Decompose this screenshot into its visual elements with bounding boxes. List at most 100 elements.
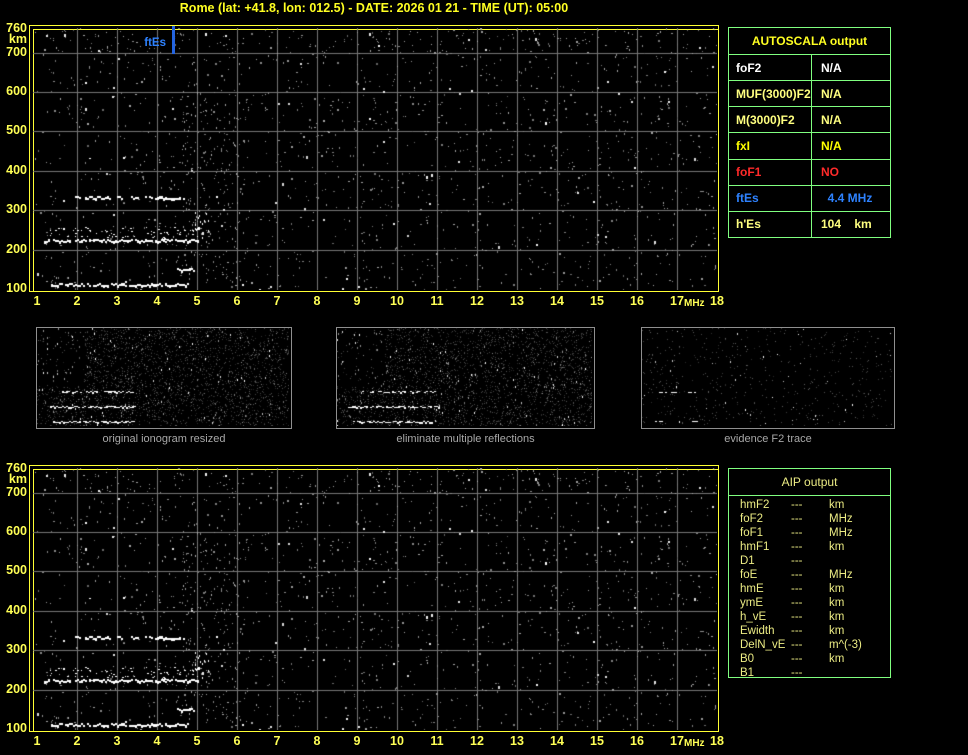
parameter-label: h_vE xyxy=(729,610,791,624)
aip-row-fof1: foF1---MHz xyxy=(729,526,890,540)
x-tick-label: 2 xyxy=(66,294,88,308)
parameter-unit xyxy=(829,554,890,568)
thumbnail-canvas xyxy=(642,328,892,426)
aip-row-hmf1: hmF1---km xyxy=(729,540,890,554)
parameter-label: hmF1 xyxy=(729,540,791,554)
x-tick-label: 16 xyxy=(626,734,648,748)
parameter-unit: km xyxy=(829,610,890,624)
x-tick-label: 5 xyxy=(186,294,208,308)
x-tick-label: 7 xyxy=(266,294,288,308)
x-tick-label: 8 xyxy=(306,294,328,308)
thumbnail-evidence-f2 xyxy=(641,327,895,429)
x-tick-label: 3 xyxy=(106,734,128,748)
thumbnail-canvas xyxy=(37,328,289,426)
aip-ionogram-chart: 760700600500400300200100km12345678910111… xyxy=(0,465,724,755)
parameter-label: hmF2 xyxy=(729,498,791,512)
parameter-value: 104 km xyxy=(812,212,890,237)
y-tick-label: 700 xyxy=(1,45,27,59)
parameter-value: --- xyxy=(791,624,829,638)
x-tick-label: 6 xyxy=(226,734,248,748)
parameter-value: --- xyxy=(791,554,829,568)
x-axis-unit: MHz xyxy=(684,298,710,309)
aip-row-b1: B1--- xyxy=(729,666,890,680)
y-tick-label: 700 xyxy=(1,485,27,499)
x-tick-label: 15 xyxy=(586,294,608,308)
scaled-ionogram-chart: 760700600500400300200100km12345678910111… xyxy=(0,25,724,317)
autoscala-row-m-3000-f2: M(3000)F2N/A xyxy=(729,106,890,132)
parameter-value: --- xyxy=(791,582,829,596)
y-tick-label: 300 xyxy=(1,202,27,216)
parameter-value: --- xyxy=(791,666,829,680)
aip-row-b0: B0---km xyxy=(729,652,890,666)
aip-row-hmf2: hmF2---km xyxy=(729,498,890,512)
autoscala-output-table: AUTOSCALA output foF2N/AMUF(3000)F2N/AM(… xyxy=(728,27,891,238)
parameter-label: hmE xyxy=(729,582,791,596)
x-tick-label: 11 xyxy=(426,294,448,308)
ftes-marker-line xyxy=(172,26,175,54)
autoscala-row-fof2: foF2N/A xyxy=(729,55,890,80)
autoscala-row-ftes: ftEs 4.4 MHz xyxy=(729,185,890,211)
x-tick-label: 13 xyxy=(506,294,528,308)
x-tick-label: 4 xyxy=(146,734,168,748)
parameter-label: DelN_vE xyxy=(729,638,791,652)
aip-row-d1: D1--- xyxy=(729,554,890,568)
aip-row-foe: foE---MHz xyxy=(729,568,890,582)
aip-row-h-ve: h_vE---km xyxy=(729,610,890,624)
x-tick-label: 6 xyxy=(226,294,248,308)
parameter-label: h'Es xyxy=(729,212,812,237)
parameter-label: Ewidth xyxy=(729,624,791,638)
x-tick-label: 7 xyxy=(266,734,288,748)
aip-table-rows: hmF2---kmfoF2---MHzfoF1---MHzhmF1---kmD1… xyxy=(729,496,890,680)
y-tick-label: 100 xyxy=(1,721,27,735)
y-tick-label: 100 xyxy=(1,281,27,295)
thumbnail-caption: original ionogram resized xyxy=(36,433,292,447)
parameter-value: --- xyxy=(791,498,829,512)
y-tick-label: 500 xyxy=(1,563,27,577)
parameter-value: N/A xyxy=(812,55,890,80)
ionogram-canvas xyxy=(33,468,717,730)
parameter-unit: km xyxy=(829,596,890,610)
y-tick-label: 600 xyxy=(1,84,27,98)
parameter-value: --- xyxy=(791,652,829,666)
parameter-label: ftEs xyxy=(729,186,812,211)
y-tick-label: 200 xyxy=(1,242,27,256)
parameter-label: B0 xyxy=(729,652,791,666)
parameter-unit: km xyxy=(829,498,890,512)
parameter-label: foF2 xyxy=(729,512,791,526)
x-tick-label: 9 xyxy=(346,734,368,748)
thumbnail-original-ionogram xyxy=(36,327,292,429)
aip-row-deln-ve: DelN_vE---m^(-3) xyxy=(729,638,890,652)
parameter-unit xyxy=(829,666,890,680)
autoscala-table-title: AUTOSCALA output xyxy=(729,28,890,55)
y-tick-label: 500 xyxy=(1,123,27,137)
parameter-value: --- xyxy=(791,596,829,610)
aip-output-table: AIP output hmF2---kmfoF2---MHzfoF1---MHz… xyxy=(728,468,891,678)
parameter-label: MUF(3000)F2 xyxy=(729,81,812,106)
parameter-label: M(3000)F2 xyxy=(729,107,812,132)
parameter-value: --- xyxy=(791,638,829,652)
y-tick-label: 600 xyxy=(1,524,27,538)
autoscala-table-rows: foF2N/AMUF(3000)F2N/AM(3000)F2N/AfxIN/Af… xyxy=(729,55,890,237)
aip-row-yme: ymE---km xyxy=(729,596,890,610)
x-tick-label: 15 xyxy=(586,734,608,748)
autoscala-row-fxi: fxIN/A xyxy=(729,132,890,158)
aip-row-fof2: foF2---MHz xyxy=(729,512,890,526)
y-tick-label: 200 xyxy=(1,682,27,696)
x-axis-unit: MHz xyxy=(684,738,710,749)
x-tick-label: 4 xyxy=(146,294,168,308)
x-tick-label: 10 xyxy=(386,734,408,748)
thumbnail-caption: evidence F2 trace xyxy=(641,433,895,447)
parameter-value: --- xyxy=(791,610,829,624)
x-tick-label: 16 xyxy=(626,294,648,308)
x-tick-label: 12 xyxy=(466,294,488,308)
x-tick-label: 8 xyxy=(306,734,328,748)
x-tick-label: 1 xyxy=(26,734,48,748)
x-tick-label: 10 xyxy=(386,294,408,308)
parameter-label: fxI xyxy=(729,133,812,158)
parameter-unit: km xyxy=(829,652,890,666)
thumbnail-canvas xyxy=(337,328,592,426)
parameter-value: N/A xyxy=(812,133,890,158)
parameter-label: foF1 xyxy=(729,526,791,540)
aip-row-ewidth: Ewidth---km xyxy=(729,624,890,638)
parameter-label: foF2 xyxy=(729,55,812,80)
